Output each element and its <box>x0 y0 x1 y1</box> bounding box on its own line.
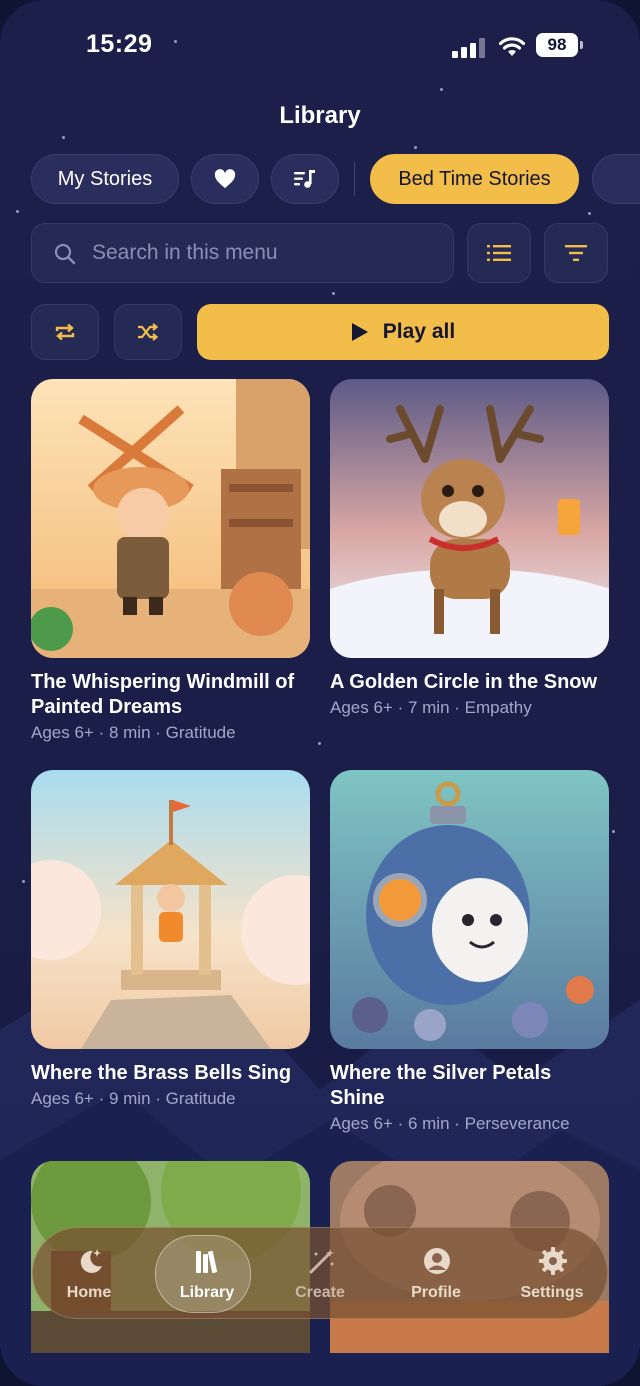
nav-label: Settings <box>520 1284 584 1301</box>
filter-icon <box>565 245 587 261</box>
filter-button[interactable] <box>544 223 608 283</box>
status-bar: 15:29 98 <box>0 28 640 64</box>
magic-wand-icon <box>309 1249 334 1274</box>
play-icon <box>351 323 368 341</box>
search-bar[interactable]: Search in this menu <box>31 223 454 283</box>
repeat-icon <box>55 323 75 341</box>
user-icon <box>424 1248 450 1274</box>
story-meta: Ages 6+ · 8 min · Gratitude <box>31 723 236 742</box>
nav-profile[interactable]: Profile <box>386 1228 486 1320</box>
nav-label: Profile <box>411 1284 461 1301</box>
more-category-chip[interactable] <box>592 154 640 204</box>
nav-label: Library <box>179 1284 235 1301</box>
wifi-icon <box>498 37 526 56</box>
story-card[interactable]: The Whispering Windmill of Painted Dream… <box>31 379 310 743</box>
search-input[interactable]: Search in this menu <box>92 241 278 265</box>
battery-indicator: 98 <box>536 33 578 57</box>
play-all-button[interactable]: Play all <box>197 304 609 360</box>
story-card[interactable]: A Golden Circle in the Snow Ages 6+ · 7 … <box>330 379 609 718</box>
story-meta: Ages 6+ · 6 min · Perseverance <box>330 1114 570 1133</box>
story-cover-ornament <box>330 770 609 1049</box>
story-title: A Golden Circle in the Snow <box>330 671 598 693</box>
nav-label: Create <box>295 1284 345 1301</box>
story-cover-windmill <box>31 379 310 658</box>
story-title: Where the Brass Bells Sing <box>31 1062 292 1084</box>
clock: 15:29 <box>86 30 153 58</box>
nav-library[interactable]: Library <box>155 1228 257 1320</box>
list-icon <box>487 245 511 261</box>
story-card[interactable]: Where the Silver Petals Shine Ages 6+ · … <box>330 770 609 1134</box>
music-chip[interactable] <box>271 154 339 204</box>
moon-stars-icon <box>80 1249 102 1273</box>
story-cover-reindeer <box>330 379 609 658</box>
battery-tip <box>580 41 583 49</box>
nav-create[interactable]: Create <box>270 1228 370 1320</box>
story-cover-bell-tower <box>31 770 310 1049</box>
app-screen: 15:29 98 Library My Stories Bed Time Sto… <box>0 0 640 1386</box>
page-title: Library <box>279 102 361 129</box>
nav-settings[interactable]: Settings <box>502 1228 602 1320</box>
repeat-button[interactable] <box>31 304 99 360</box>
story-meta: Ages 6+ · 9 min · Gratitude <box>31 1089 236 1108</box>
favorites-chip[interactable] <box>191 154 259 204</box>
chip-divider <box>354 162 355 196</box>
search-icon <box>54 243 76 265</box>
shuffle-icon <box>138 323 159 341</box>
play-all-label: Play all <box>382 320 456 343</box>
story-title: Where the Silver Petals Shine <box>330 1062 552 1109</box>
bottom-nav: Home Library Create Profile Settings <box>32 1227 608 1319</box>
music-list-icon <box>294 170 315 188</box>
bed-time-stories-chip[interactable]: Bed Time Stories <box>370 154 579 204</box>
story-title: The Whispering Windmill of Painted Dream… <box>31 671 295 718</box>
gear-icon <box>539 1247 567 1275</box>
list-view-button[interactable] <box>467 223 531 283</box>
signal-icon <box>452 38 486 58</box>
nav-label: Home <box>66 1284 112 1301</box>
nav-home[interactable]: Home <box>39 1228 139 1320</box>
story-meta: Ages 6+ · 7 min · Empathy <box>330 698 532 717</box>
heart-icon <box>214 169 236 189</box>
shuffle-button[interactable] <box>114 304 182 360</box>
my-stories-chip[interactable]: My Stories <box>31 154 179 204</box>
story-card[interactable]: Where the Brass Bells Sing Ages 6+ · 9 m… <box>31 770 310 1109</box>
books-icon <box>196 1250 218 1273</box>
